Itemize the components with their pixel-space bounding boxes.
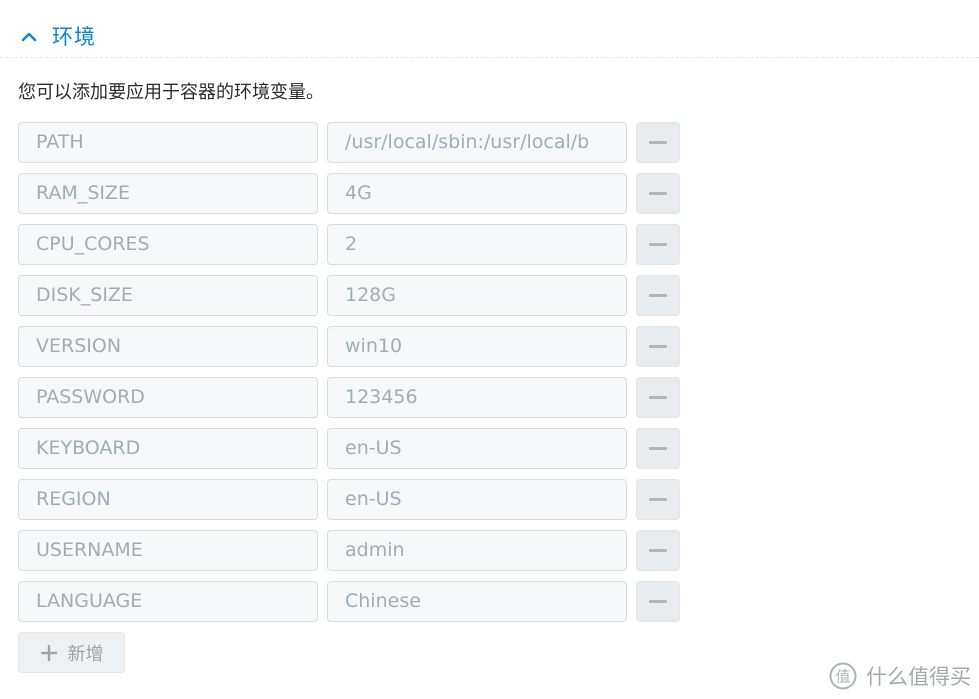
environment-panel: 环境 您可以添加要应用于容器的环境变量。 PATH /usr/local/sbi…	[0, 0, 979, 699]
remove-env-var-button[interactable]	[636, 530, 680, 571]
watermark-logo-icon: 值	[828, 661, 858, 691]
env-var-value-input[interactable]: 123456	[327, 377, 627, 418]
svg-text:值: 值	[835, 668, 850, 686]
minus-icon	[649, 141, 667, 144]
add-env-var-button[interactable]: 新增	[18, 632, 125, 673]
env-var-value-input[interactable]: 2	[327, 224, 627, 265]
watermark: 值 什么值得买	[828, 661, 971, 691]
minus-icon	[649, 396, 667, 399]
env-var-value-input[interactable]: en-US	[327, 428, 627, 469]
env-var-row: PASSWORD 123456	[18, 377, 680, 418]
add-button-label: 新增	[67, 643, 104, 665]
remove-env-var-button[interactable]	[636, 173, 680, 214]
environment-section-toggle[interactable]: 环境	[20, 22, 96, 52]
env-var-row: KEYBOARD en-US	[18, 428, 680, 469]
minus-icon	[649, 447, 667, 450]
env-var-value-input[interactable]: win10	[327, 326, 627, 367]
remove-env-var-button[interactable]	[636, 581, 680, 622]
remove-env-var-button[interactable]	[636, 428, 680, 469]
watermark-text: 什么值得买	[866, 665, 971, 689]
env-var-key-input[interactable]: REGION	[18, 479, 318, 520]
minus-icon	[649, 549, 667, 552]
env-var-key-input[interactable]: PASSWORD	[18, 377, 318, 418]
env-var-key-input[interactable]: LANGUAGE	[18, 581, 318, 622]
env-var-row: VERSION win10	[18, 326, 680, 367]
env-var-row: PATH /usr/local/sbin:/usr/local/b	[18, 122, 680, 163]
remove-env-var-button[interactable]	[636, 224, 680, 265]
env-var-key-input[interactable]: PATH	[18, 122, 318, 163]
env-var-key-input[interactable]: VERSION	[18, 326, 318, 367]
env-var-row: LANGUAGE Chinese	[18, 581, 680, 622]
section-header: 环境	[0, 0, 979, 58]
env-var-key-input[interactable]: KEYBOARD	[18, 428, 318, 469]
minus-icon	[649, 243, 667, 246]
section-title: 环境	[52, 25, 96, 49]
env-var-value-input[interactable]: Chinese	[327, 581, 627, 622]
remove-env-var-button[interactable]	[636, 275, 680, 316]
minus-icon	[649, 345, 667, 348]
env-var-row: REGION en-US	[18, 479, 680, 520]
minus-icon	[649, 600, 667, 603]
env-var-value-input[interactable]: /usr/local/sbin:/usr/local/b	[327, 122, 627, 163]
minus-icon	[649, 498, 667, 501]
env-var-key-input[interactable]: USERNAME	[18, 530, 318, 571]
env-var-row: RAM_SIZE 4G	[18, 173, 680, 214]
minus-icon	[649, 192, 667, 195]
env-var-key-input[interactable]: DISK_SIZE	[18, 275, 318, 316]
env-var-key-input[interactable]: CPU_CORES	[18, 224, 318, 265]
plus-icon	[40, 644, 58, 662]
section-description: 您可以添加要应用于容器的环境变量。	[18, 82, 324, 103]
remove-env-var-button[interactable]	[636, 326, 680, 367]
env-var-key-input[interactable]: RAM_SIZE	[18, 173, 318, 214]
env-var-value-input[interactable]: en-US	[327, 479, 627, 520]
remove-env-var-button[interactable]	[636, 479, 680, 520]
env-var-row: USERNAME admin	[18, 530, 680, 571]
env-var-value-input[interactable]: 4G	[327, 173, 627, 214]
env-var-value-input[interactable]: admin	[327, 530, 627, 571]
remove-env-var-button[interactable]	[636, 122, 680, 163]
minus-icon	[649, 294, 667, 297]
env-var-row: DISK_SIZE 128G	[18, 275, 680, 316]
env-var-value-input[interactable]: 128G	[327, 275, 627, 316]
env-var-row: CPU_CORES 2	[18, 224, 680, 265]
env-var-list: PATH /usr/local/sbin:/usr/local/b RAM_SI…	[18, 122, 680, 632]
chevron-up-icon	[20, 28, 38, 46]
remove-env-var-button[interactable]	[636, 377, 680, 418]
